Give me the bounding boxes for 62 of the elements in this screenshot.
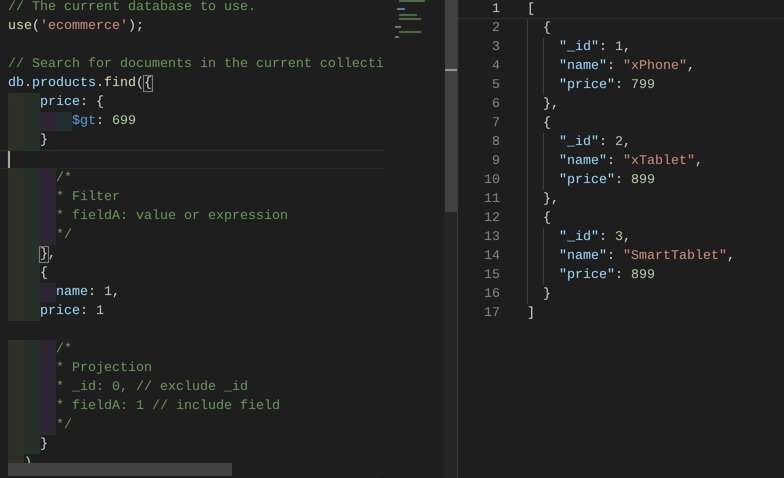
code-line: "name": "SmartTablet", bbox=[559, 249, 735, 264]
line-number: 15 bbox=[484, 268, 500, 283]
line-number: 7 bbox=[492, 116, 500, 131]
code-line: * _id: 0, // exclude _id bbox=[56, 380, 248, 395]
code-line: */ bbox=[56, 228, 72, 243]
text-cursor bbox=[8, 151, 10, 168]
code-line: db.products.find({ bbox=[8, 76, 152, 91]
code-line: { bbox=[543, 21, 551, 36]
code-line: "name": "xPhone", bbox=[559, 59, 695, 74]
code-line: { bbox=[543, 116, 551, 131]
code-line: /* bbox=[56, 171, 72, 186]
code-line: * Projection bbox=[56, 361, 152, 376]
line-number: 16 bbox=[484, 287, 500, 302]
code-line: } bbox=[40, 133, 48, 148]
code-line: */ bbox=[56, 418, 72, 433]
indent-band bbox=[40, 226, 56, 245]
code-line: * Filter bbox=[56, 190, 120, 205]
line-number: 5 bbox=[492, 78, 500, 93]
code-line: // The current database to use. bbox=[8, 0, 256, 15]
indent-band bbox=[8, 169, 24, 188]
code-line: * fieldA: 1 // include field bbox=[56, 399, 280, 414]
code-line: "price": 899 bbox=[559, 268, 655, 283]
code-line: }, bbox=[40, 247, 56, 262]
code-line: "price": 799 bbox=[559, 78, 655, 93]
code-editor[interactable] bbox=[0, 0, 385, 476]
code-line: // Search for documents in the current collecti bbox=[8, 57, 384, 72]
code-line: } bbox=[40, 437, 48, 452]
code-line: ] bbox=[527, 306, 535, 321]
line-number: 11 bbox=[484, 192, 500, 207]
code-line: price: { bbox=[40, 95, 104, 110]
code-line: "_id": 2, bbox=[559, 135, 631, 150]
line-number: 3 bbox=[492, 40, 500, 55]
code-line: } bbox=[543, 287, 551, 302]
line-number: 2 bbox=[492, 21, 500, 36]
horizontal-scrollbar[interactable] bbox=[8, 463, 232, 476]
code-line: [ bbox=[527, 2, 535, 17]
line-number: 9 bbox=[492, 154, 500, 169]
code-line: use('ecommerce'); bbox=[8, 19, 144, 34]
line-number: 14 bbox=[484, 249, 500, 264]
code-line: price: 1 bbox=[40, 304, 104, 319]
vertical-scrollbar[interactable] bbox=[445, 0, 457, 478]
code-line: * fieldA: value or expression bbox=[56, 209, 288, 224]
code-line: /* bbox=[56, 342, 72, 357]
indent-band bbox=[8, 131, 24, 150]
line-number: 6 bbox=[492, 97, 500, 112]
code-line: $gt: 699 bbox=[72, 114, 136, 129]
code-line: "price": 899 bbox=[559, 173, 655, 188]
code-line: "name": "xTablet", bbox=[559, 154, 703, 169]
code-line: }, bbox=[543, 192, 559, 207]
line-number: 10 bbox=[484, 173, 500, 188]
code-line: { bbox=[40, 266, 48, 281]
line-number: 4 bbox=[492, 59, 500, 74]
code-line: "_id": 3, bbox=[559, 230, 631, 245]
line-number: 8 bbox=[492, 135, 500, 150]
code-line: { bbox=[543, 211, 551, 226]
code-line: name: 1, bbox=[56, 285, 120, 300]
line-number: 17 bbox=[484, 306, 500, 321]
line-number: 13 bbox=[484, 230, 500, 245]
line-number: 1 bbox=[492, 2, 500, 17]
line-number: 12 bbox=[484, 211, 500, 226]
code-line: }, bbox=[543, 97, 559, 112]
code-line: "_id": 1, bbox=[559, 40, 631, 55]
